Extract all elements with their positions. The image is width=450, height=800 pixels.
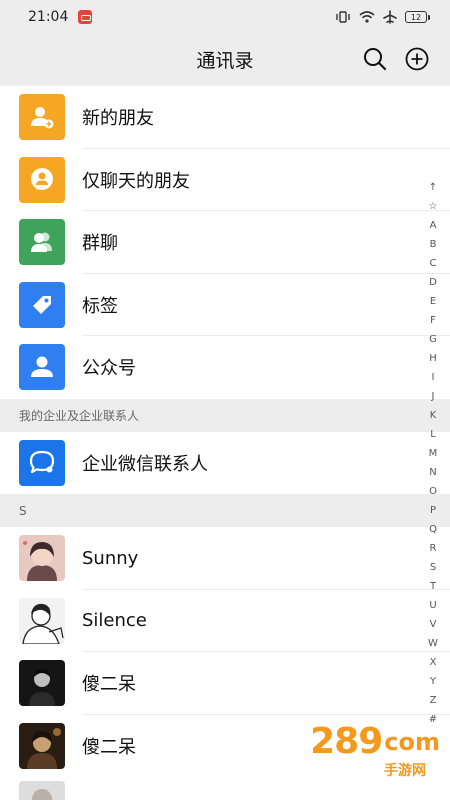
item-label: 公众号 bbox=[82, 358, 136, 380]
index-letter[interactable]: I bbox=[432, 368, 435, 387]
index-letter[interactable]: Q bbox=[429, 520, 437, 539]
contact-row[interactable]: 傻二呆 bbox=[0, 652, 450, 715]
index-letter[interactable]: O bbox=[429, 482, 437, 501]
status-icons: 12 bbox=[335, 10, 430, 24]
index-letter[interactable]: ↑ bbox=[429, 178, 437, 197]
page-title: 通讯录 bbox=[196, 49, 254, 72]
item-label: 企业微信联系人 bbox=[82, 453, 208, 475]
index-letter[interactable]: S bbox=[430, 558, 436, 577]
chat-only-friend-icon bbox=[19, 156, 65, 203]
battery-level: 12 bbox=[405, 11, 427, 23]
status-bar: 21:04 12 bbox=[0, 0, 450, 34]
tags-item[interactable]: 标签 bbox=[0, 273, 450, 336]
index-letter[interactable]: ☆ bbox=[429, 197, 438, 216]
index-letter[interactable]: W bbox=[428, 634, 438, 653]
avatar bbox=[19, 781, 65, 800]
index-letter[interactable]: L bbox=[430, 425, 436, 444]
index-letter[interactable]: Y bbox=[430, 672, 436, 691]
contact-list: 新的朋友 仅聊天的朋友 群聊 标签 公众号 我的企业及企业联系人 企业微信联系人… bbox=[0, 86, 450, 800]
watermark-sub: 手游网 bbox=[384, 763, 426, 779]
index-letter[interactable]: E bbox=[430, 292, 436, 311]
index-letter[interactable]: C bbox=[430, 254, 437, 273]
item-label: 标签 bbox=[82, 295, 118, 317]
index-letter[interactable]: B bbox=[430, 235, 437, 254]
index-letter[interactable]: K bbox=[430, 406, 437, 425]
index-letter[interactable]: X bbox=[430, 653, 437, 672]
contact-name: 傻二呆 bbox=[82, 736, 136, 758]
official-accounts-item[interactable]: 公众号 bbox=[0, 336, 450, 399]
index-letter[interactable]: H bbox=[429, 349, 437, 368]
index-letter[interactable]: J bbox=[432, 387, 435, 406]
battery-icon: 12 bbox=[405, 11, 430, 23]
search-icon[interactable] bbox=[362, 46, 388, 72]
new-friend-icon bbox=[19, 94, 65, 141]
index-letter[interactable]: F bbox=[430, 311, 436, 330]
index-letter[interactable]: M bbox=[429, 444, 438, 463]
contact-row[interactable]: Silence bbox=[0, 589, 450, 652]
item-label: 新的朋友 bbox=[82, 108, 154, 130]
avatar bbox=[19, 660, 65, 707]
index-letter[interactable]: G bbox=[429, 330, 437, 349]
enterprise-section-header: 我的企业及企业联系人 bbox=[0, 398, 450, 432]
contact-name: Silence bbox=[82, 610, 147, 632]
avatar bbox=[19, 535, 65, 582]
index-letter[interactable]: V bbox=[430, 615, 437, 634]
enterprise-wechat-icon bbox=[19, 439, 65, 486]
group-chats-item[interactable]: 群聊 bbox=[0, 211, 450, 274]
avatar bbox=[19, 597, 65, 644]
new-friends-item[interactable]: 新的朋友 bbox=[0, 86, 450, 149]
index-letter[interactable]: R bbox=[430, 539, 437, 558]
status-time: 21:04 bbox=[28, 9, 69, 25]
contact-name: Sunny bbox=[82, 547, 139, 569]
index-letter[interactable]: Z bbox=[430, 691, 437, 710]
vibrate-icon bbox=[335, 11, 351, 23]
index-letter[interactable]: A bbox=[430, 216, 437, 235]
wifi-icon bbox=[359, 11, 375, 23]
index-letter[interactable]: P bbox=[430, 501, 436, 520]
airplane-icon bbox=[383, 10, 397, 24]
official-account-icon bbox=[19, 344, 65, 391]
watermark-main: 289 bbox=[310, 721, 383, 762]
contact-row[interactable]: Sunny bbox=[0, 527, 450, 590]
chat-only-friends-item[interactable]: 仅聊天的朋友 bbox=[0, 148, 450, 211]
index-letter[interactable]: D bbox=[429, 273, 437, 292]
item-label: 群聊 bbox=[82, 233, 118, 255]
tag-icon bbox=[19, 281, 65, 328]
watermark-logo: 289 com 手游网 bbox=[310, 721, 440, 779]
contact-row-partial[interactable] bbox=[0, 777, 450, 800]
group-chat-icon bbox=[19, 219, 65, 266]
title-bar: 通讯录 bbox=[0, 34, 450, 84]
contact-name: 傻二呆 bbox=[82, 674, 136, 696]
letter-section-header: S bbox=[0, 494, 450, 527]
add-icon[interactable] bbox=[404, 46, 430, 72]
index-letter[interactable]: N bbox=[429, 463, 436, 482]
watermark-suffix: com bbox=[384, 727, 440, 756]
item-label: 仅聊天的朋友 bbox=[82, 170, 190, 192]
avatar bbox=[19, 722, 65, 769]
index-letter[interactable]: U bbox=[429, 596, 436, 615]
alphabet-index[interactable]: ↑ ☆ A B C D E F G H I J K L M N O P Q R S T U V W X Y Z # bbox=[426, 178, 440, 729]
index-letter[interactable]: T bbox=[430, 577, 436, 596]
enterprise-wechat-contacts-item[interactable]: 企业微信联系人 bbox=[0, 431, 450, 494]
notification-icon bbox=[78, 10, 93, 24]
